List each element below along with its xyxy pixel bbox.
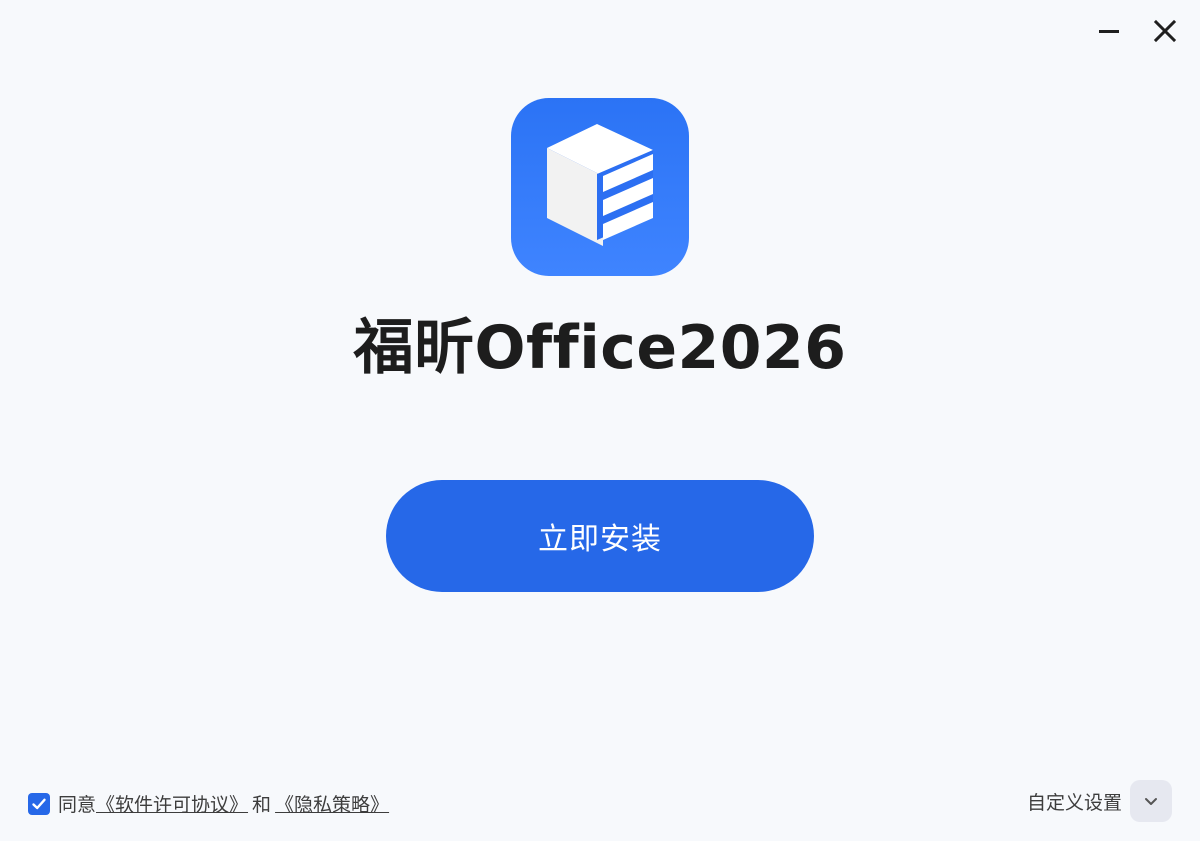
chevron-down-icon	[1145, 798, 1157, 805]
custom-settings-label[interactable]: 自定义设置	[1027, 788, 1122, 815]
app-title: 福昕Office2026	[353, 313, 847, 383]
agreement-conjunction: 和	[252, 794, 272, 816]
logo-tile	[511, 98, 689, 276]
close-icon	[1153, 19, 1177, 43]
agreement-checkbox[interactable]	[28, 792, 50, 815]
custom-settings-toggle[interactable]	[1130, 780, 1172, 822]
foxit-cube-logo-icon	[547, 124, 653, 246]
license-agreement-link[interactable]: 《软件许可协议》	[96, 790, 248, 817]
agreement-row: 同意 《软件许可协议》 和 《隐私策略》	[28, 790, 389, 817]
installer-window: 福昕Office2026 立即安装 同意 《软件许可协议》 和 《隐私策略》 自…	[0, 0, 1200, 841]
agreement-prefix: 同意	[58, 794, 97, 816]
checkmark-icon	[32, 798, 46, 809]
privacy-policy-link[interactable]: 《隐私策略》	[275, 790, 389, 817]
custom-settings: 自定义设置	[1027, 780, 1172, 822]
app-logo	[511, 98, 689, 276]
window-controls	[1092, 14, 1182, 48]
minimize-button[interactable]	[1092, 14, 1126, 48]
close-button[interactable]	[1148, 14, 1182, 48]
minimize-icon	[1099, 30, 1119, 33]
install-now-button[interactable]: 立即安装	[386, 480, 814, 592]
